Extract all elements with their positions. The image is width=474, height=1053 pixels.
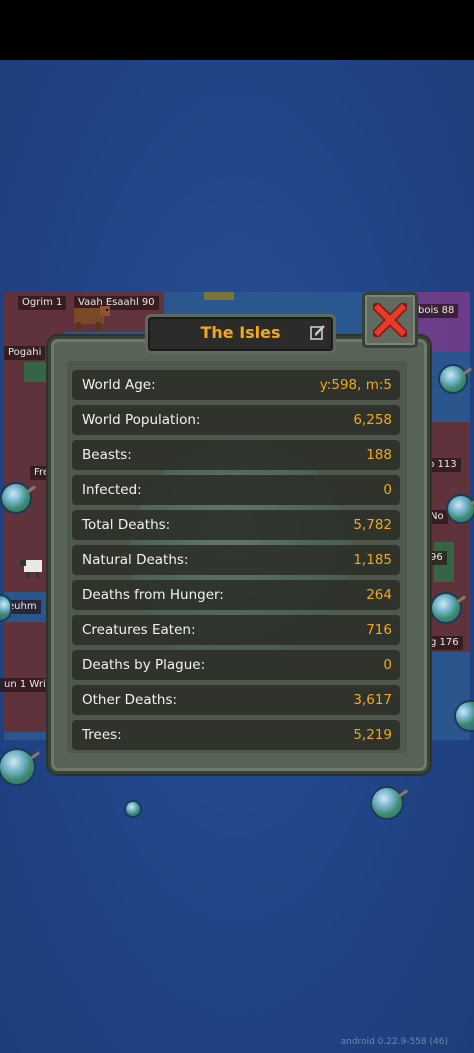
planet-orb-icon[interactable] [126,802,140,816]
map-label: un 1 Wri [0,678,50,692]
stat-row-world-age: World Age: y:598, m:5 [72,370,400,400]
stat-value: 264 [366,587,392,603]
stat-row-deaths-by-plague: Deaths by Plague: 0 [72,650,400,680]
stat-value: 6,258 [353,412,392,428]
planet-orb-icon[interactable] [432,594,466,622]
stat-label: Creatures Eaten: [82,622,196,638]
version-label: android 0.22.9-558 (46) [340,1037,448,1047]
stat-row-trees: Trees: 5,219 [72,720,400,750]
stat-label: Other Deaths: [82,692,178,708]
stat-value: 1,185 [353,552,392,568]
stat-row-creatures-eaten: Creatures Eaten: 716 [72,615,400,645]
stat-label: Infected: [82,482,142,498]
stat-value: 188 [366,447,392,463]
stat-value: 3,617 [353,692,392,708]
close-button[interactable] [362,292,418,348]
edit-icon[interactable] [310,324,326,340]
stat-value: 0 [383,482,392,498]
planet-orb-icon[interactable] [2,484,36,512]
stat-row-infected: Infected: 0 [72,475,400,505]
stat-label: Deaths from Hunger: [82,587,224,603]
page-title: The Isles [200,323,281,342]
planet-orb-icon[interactable] [0,750,40,784]
status-bar [0,0,474,60]
stat-row-world-population: World Population: 6,258 [72,405,400,435]
stat-row-beasts: Beasts: 188 [72,440,400,470]
stat-label: World Age: [82,377,156,393]
bear-creature-icon[interactable] [70,300,112,332]
stat-label: Beasts: [82,447,132,463]
planet-orb-icon[interactable] [440,366,472,392]
map-label: Ogrim 1 [18,296,67,310]
stat-label: Total Deaths: [82,517,171,533]
close-x-icon [373,303,407,337]
stat-row-natural-deaths: Natural Deaths: 1,185 [72,545,400,575]
stat-value: y:598, m:5 [319,377,392,393]
stat-label: Natural Deaths: [82,552,189,568]
title-bar: The Isles [145,314,336,354]
stat-value: 5,219 [353,727,392,743]
sheep-creature-icon[interactable] [20,554,48,580]
planet-orb-icon[interactable] [448,496,474,522]
stat-row-total-deaths: Total Deaths: 5,782 [72,510,400,540]
stat-value: 5,782 [353,517,392,533]
map-label: g 176 [426,636,463,650]
map-label: bois 88 [414,304,459,318]
stat-label: Deaths by Plague: [82,657,206,673]
stat-row-other-deaths: Other Deaths: 3,617 [72,685,400,715]
stat-value: 716 [366,622,392,638]
map-label: Pogahi [4,346,46,360]
planet-orb-icon[interactable] [372,788,408,818]
stat-label: Trees: [82,727,122,743]
stat-row-deaths-from-hunger: Deaths from Hunger: 264 [72,580,400,610]
stat-value: 0 [383,657,392,673]
stat-label: World Population: [82,412,201,428]
